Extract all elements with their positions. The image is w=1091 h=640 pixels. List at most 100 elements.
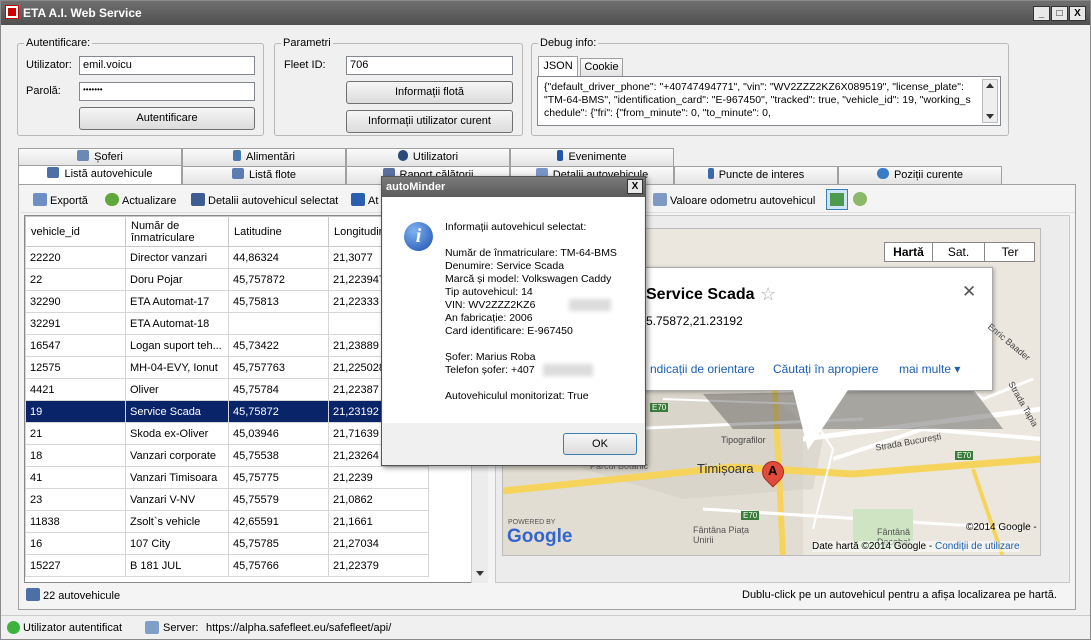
tab-fuel[interactable]: Alimentări — [182, 148, 346, 166]
table-cell: 45,75785 — [228, 532, 329, 555]
tab-fleet-list[interactable]: Listă flote — [182, 166, 346, 184]
minimize-button[interactable]: _ — [1033, 6, 1050, 21]
car-icon — [47, 167, 60, 178]
fuel-icon — [233, 150, 242, 161]
table-row[interactable]: 21 Skoda ex-Oliver 45,03946 21,71639 — [25, 422, 429, 445]
fleet-id-input[interactable]: 706 — [346, 56, 513, 75]
scroll-up-icon[interactable] — [986, 83, 994, 88]
tab-current-positions[interactable]: Poziții curente — [838, 166, 1002, 184]
dialog-title-bar[interactable]: autoMinder X — [382, 177, 645, 197]
map-icon — [830, 193, 844, 206]
table-cell: Vanzari Timisoara — [125, 466, 229, 489]
export-button[interactable]: Exportă — [33, 193, 88, 207]
dialog-line: VIN: WV2ZZZ2KZ6 — [445, 299, 536, 311]
table-cell: Vanzari V-NV — [125, 488, 229, 511]
debug-json-text: {"default_driver_phone": "+40747494771",… — [544, 81, 971, 119]
table-row[interactable]: 12575 MH-04-EVY, Ionut 45,757763 21,225028 — [25, 356, 429, 379]
map-type-terrain-button[interactable]: Ter — [985, 243, 1035, 261]
column-header[interactable]: Număr de înmatriculare — [125, 216, 229, 247]
server-label: Server: — [163, 622, 199, 634]
column-header[interactable]: Latitudine — [228, 216, 329, 247]
table-row[interactable]: 4421 Oliver 45,75784 21,22387 — [25, 378, 429, 401]
tab-poi[interactable]: Puncte de interes — [674, 166, 838, 184]
maximize-button[interactable]: □ — [1051, 6, 1068, 21]
auth-legend: Autentificare: — [26, 37, 91, 49]
table-row[interactable]: 22 Doru Pojar 45,757872 21,223947 — [25, 268, 429, 291]
table-row[interactable]: 19 Service Scada 45,75872 21,23192 — [25, 400, 429, 423]
vehicle-details-button[interactable]: Detalii autovehicul selectat — [191, 193, 338, 207]
search-nearby-link[interactable]: Căutați în apropiere — [773, 362, 878, 376]
dialog-monitored: Autovehiculul monitorizat: True — [445, 390, 589, 402]
table-cell: MH-04-EVY, Ionut — [125, 356, 229, 379]
tab-users-label: Utilizatori — [412, 151, 459, 163]
table-cell: 45,75579 — [228, 488, 329, 511]
vehicle-details-label: Detalii autovehicul selectat — [208, 195, 339, 207]
map-view-button[interactable] — [826, 189, 848, 210]
directions-link[interactable]: ndicații de orientare — [650, 362, 755, 376]
tab-events[interactable]: Evenimente — [510, 148, 674, 166]
redacted-phone — [543, 364, 593, 376]
export-icon — [33, 193, 47, 206]
table-cell: ETA Automat-17 — [125, 290, 229, 313]
tab-vehicle-list[interactable]: Listă autovehicule — [18, 165, 182, 185]
column-header[interactable]: vehicle_id — [25, 216, 126, 247]
table-cell: B 181 JUL — [125, 554, 229, 577]
table-row[interactable]: 32291 ETA Automat-18 — [25, 312, 429, 335]
dialog-close-button[interactable]: X — [627, 179, 643, 194]
ok-button[interactable]: OK — [563, 433, 637, 455]
street-label-tipografilor: Tipografilor — [721, 435, 766, 445]
table-cell: 16 — [25, 532, 126, 555]
table-row[interactable]: 16 107 City 45,75785 21,27034 — [25, 532, 429, 555]
close-icon[interactable]: ✕ — [962, 282, 976, 302]
auth-status: Utilizator autentificat — [23, 622, 123, 634]
table-row[interactable]: 23 Vanzari V-NV 45,75579 21,0862 — [25, 488, 429, 511]
star-icon[interactable]: ☆ — [760, 284, 776, 305]
table-cell: Skoda ex-Oliver — [125, 422, 229, 445]
table-cell: 42,65591 — [228, 510, 329, 533]
google-logo: Google — [507, 526, 573, 547]
tab-json[interactable]: JSON — [538, 56, 578, 76]
zoom-icon[interactable] — [853, 192, 867, 206]
scroll-down-icon[interactable] — [476, 571, 484, 576]
odometer-button[interactable]: Valoare odometru autovehicul — [653, 193, 815, 207]
terms-link[interactable]: Condiții de utilizare — [935, 541, 1020, 552]
dialog-title: autoMinder — [386, 181, 446, 193]
tab-drivers-label: Șoferi — [94, 151, 123, 163]
table-row[interactable]: 16547 Logan suport teh... 45,73422 21,23889 — [25, 334, 429, 357]
powered-by-label: POWERED BY — [508, 519, 556, 526]
user-info-button[interactable]: Informații utilizator curent — [346, 110, 513, 133]
lightning-icon — [557, 150, 564, 161]
refresh-button[interactable]: Actualizare — [105, 193, 176, 207]
tab-users[interactable]: Utilizatori — [346, 148, 510, 166]
table-row[interactable]: 18 Vanzari corporate 45,75538 21,23264 — [25, 444, 429, 467]
table-cell: Oliver — [125, 378, 229, 401]
scroll-down-icon[interactable] — [986, 114, 994, 119]
map-type-map-button[interactable]: Hartă — [885, 243, 933, 261]
map-marker-label: A — [768, 463, 778, 478]
map-type-satellite-button[interactable]: Sat. — [933, 243, 985, 261]
poi-icon — [707, 168, 714, 179]
at-button[interactable]: At — [351, 193, 378, 207]
debug-scrollbar[interactable] — [982, 79, 998, 123]
table-row[interactable]: 11838 Zsolt`s vehicle 42,65591 21,1661 — [25, 510, 429, 533]
car-icon — [26, 588, 40, 601]
table-cell: ETA Automat-18 — [125, 312, 229, 335]
password-input[interactable]: ••••••• — [79, 82, 255, 101]
table-row[interactable]: 15227 B 181 JUL 45,75766 21,22379 — [25, 554, 429, 577]
username-input[interactable]: emil.voicu — [79, 56, 255, 75]
driver-icon — [77, 150, 90, 161]
fleet-info-button[interactable]: Informații flotă — [346, 81, 513, 104]
fleet-icon — [231, 168, 244, 179]
more-link[interactable]: mai multe ▾ — [899, 362, 960, 376]
tab-cookie[interactable]: Cookie — [580, 58, 623, 76]
table-row[interactable]: 32290 ETA Automat-17 45,75813 21,22333 — [25, 290, 429, 313]
authenticate-button[interactable]: Autentificare — [79, 107, 255, 130]
table-cell: 21,2239 — [328, 466, 429, 489]
tab-drivers[interactable]: Șoferi — [18, 148, 182, 166]
table-row[interactable]: 41 Vanzari Timisoara 45,75775 21,2239 — [25, 466, 429, 489]
title-bar[interactable]: ETA A.I. Web Service _ □ X — [1, 1, 1090, 25]
table-row[interactable]: 22220 Director vanzari 44,86324 21,3077 — [25, 246, 429, 269]
params-legend: Parametri — [283, 37, 331, 49]
road-label-e70: E70 — [650, 403, 669, 412]
close-button[interactable]: X — [1069, 6, 1086, 21]
